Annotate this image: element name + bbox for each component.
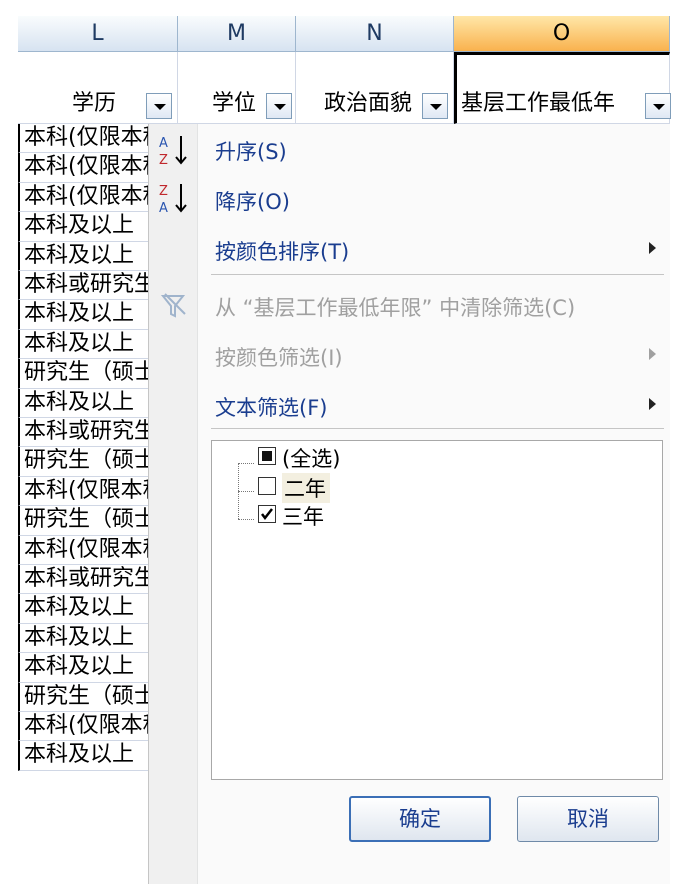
table-cell[interactable]: 本科及以上 [18,741,150,771]
table-cell[interactable]: 本科或研究生 [18,418,150,448]
header-cell-political-status[interactable]: 政治面貌 [296,52,454,124]
svg-text:Z: Z [159,184,168,199]
header-cell-min-work-years[interactable]: 基层工作最低年 [454,52,671,124]
table-cell[interactable]: 研究生（硕士） [18,506,150,536]
table-cell[interactable]: 本科或研究生 [18,271,150,301]
filter-values-list[interactable]: (全选) 二年 三年 [211,440,663,780]
svg-text:Z: Z [159,153,168,168]
select-all-checkbox[interactable] [258,447,276,465]
tree-connector [238,519,254,520]
menu-item-sort-ascending[interactable]: 升序(S) [215,136,287,166]
submenu-arrow-icon [649,348,656,360]
table-cell[interactable]: 本科(仅限本科) [18,182,150,213]
menu-item-clear-filter: 从 “基层工作最低年限” 中清除筛选(C) [215,296,576,320]
menu-separator [211,274,664,275]
table-cell[interactable]: 本科及以上 [18,594,150,624]
tree-connector [238,491,254,492]
table-cell[interactable]: 本科及以上 [18,212,150,242]
table-cell[interactable]: 本科及以上 [18,329,150,360]
table-cell[interactable]: 本科及以上 [18,300,150,330]
table-cell[interactable]: 本科(仅限本科) [18,535,150,565]
table-cell[interactable]: 研究生（硕士） [18,359,150,389]
tree-connector [238,463,254,464]
menu-separator [211,428,664,429]
table-cell[interactable]: 本科(仅限本科) [18,124,150,154]
checkmark-icon [261,508,273,521]
table-cell[interactable]: 本科(仅限本科) [18,476,150,507]
filter-checkbox-two-years[interactable] [258,477,276,495]
column-header-N[interactable]: N [296,16,454,52]
menu-item-filter-by-color: 按颜色筛选(I) [215,346,343,370]
header-label: 学历 [72,91,117,116]
header-cell-education[interactable]: 学历 [18,52,178,124]
table-cell[interactable]: 研究生（硕士） [18,682,150,712]
table-cell[interactable]: 本科及以上 [18,623,150,654]
sort-ascending-icon: A Z [159,136,187,168]
filter-option-three-years[interactable]: 三年 [282,501,324,531]
table-cell[interactable]: 本科或研究生 [18,565,150,595]
header-label: 基层工作最低年 [461,91,616,116]
table-cell[interactable]: 本科(仅限本科) [18,153,150,183]
table-cell[interactable]: 本科及以上 [18,388,150,418]
table-header-row: 学历 学位 政治面貌 基层工作最低年 [18,52,671,124]
filter-dropdown-button[interactable] [146,93,172,119]
menu-item-sort-descending[interactable]: 降序(O) [215,186,290,216]
filter-checkbox-three-years[interactable] [258,505,276,523]
table-cell[interactable]: 研究生（硕士） [18,447,150,477]
cancel-button[interactable]: 取消 [517,796,659,842]
submenu-arrow-icon [649,242,656,254]
column-header-row: L M N O [18,16,670,52]
svg-text:A: A [159,201,168,216]
ok-button[interactable]: 确定 [349,796,491,842]
clear-filter-icon [160,293,186,318]
filter-dropdown-button[interactable] [422,93,448,119]
header-label: 学位 [212,91,257,116]
table-cell[interactable]: 本科(仅限本科) [18,712,150,742]
filter-dropdown-button[interactable] [266,93,292,119]
autofilter-menu: A Z 升序(S) Z A 降序(O) 按颜色排序(T) 从 “基层工作最低年限… [148,124,670,884]
filter-option-two-years[interactable]: 二年 [282,473,330,503]
header-cell-degree[interactable]: 学位 [178,52,296,124]
table-cell[interactable]: 本科及以上 [18,241,150,271]
menu-item-sort-by-color[interactable]: 按颜色排序(T) [215,236,349,266]
sort-descending-icon: Z A [159,184,187,216]
column-header-O[interactable]: O [454,16,670,52]
table-cell[interactable]: 本科及以上 [18,653,150,683]
filter-dropdown-button-active[interactable] [645,93,671,119]
svg-text:A: A [159,136,168,151]
column-header-L[interactable]: L [18,16,178,52]
select-all-label[interactable]: (全选) [282,443,340,473]
menu-icon-gutter [149,124,198,884]
column-header-M[interactable]: M [178,16,296,52]
submenu-arrow-icon [649,398,656,410]
menu-item-text-filter[interactable]: 文本筛选(F) [215,392,327,422]
header-label: 政治面貌 [324,91,413,116]
column-L-cells: 本科(仅限本科)本科(仅限本科)本科(仅限本科)本科及以上本科及以上本科或研究生… [18,124,150,888]
